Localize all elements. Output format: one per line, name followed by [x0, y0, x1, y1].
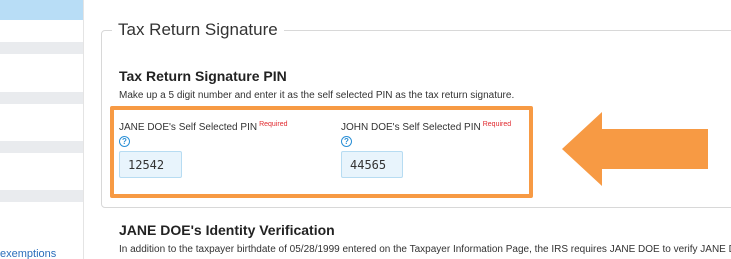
sidebar: exemptions [0, 0, 83, 259]
identity-verification-title: JANE DOE's Identity Verification [119, 222, 335, 238]
jane-pin-label: JANE DOE's Self Selected PIN Required [119, 121, 288, 133]
sidebar-item[interactable] [0, 141, 83, 153]
sidebar-divider [83, 0, 84, 259]
sidebar-item[interactable] [0, 42, 83, 54]
help-icon[interactable]: ? [119, 136, 130, 147]
pin-section-title: Tax Return Signature PIN [119, 68, 287, 84]
sidebar-item[interactable] [0, 190, 83, 202]
jane-pin-label-text: JANE DOE's Self Selected PIN [119, 122, 258, 133]
arrow-left-icon [562, 112, 708, 186]
sidebar-item[interactable] [0, 92, 83, 104]
jane-pin-input[interactable]: 12542 [119, 151, 182, 178]
required-marker: Required [259, 121, 288, 128]
john-pin-input[interactable]: 44565 [341, 151, 403, 178]
sidebar-link-exemptions[interactable]: exemptions [0, 248, 56, 259]
help-icon[interactable]: ? [341, 136, 352, 147]
fieldset-legend: Tax Return Signature [112, 20, 284, 40]
sidebar-item-active[interactable] [0, 0, 83, 20]
required-marker: Required [482, 121, 512, 128]
john-pin-label: JOHN DOE's Self Selected PIN Required [341, 121, 512, 133]
identity-verification-text: In addition to the taxpayer birthdate of… [119, 244, 731, 255]
john-pin-label-text: JOHN DOE's Self Selected PIN [341, 122, 481, 133]
pin-section-description: Make up a 5 digit number and enter it as… [119, 90, 515, 101]
